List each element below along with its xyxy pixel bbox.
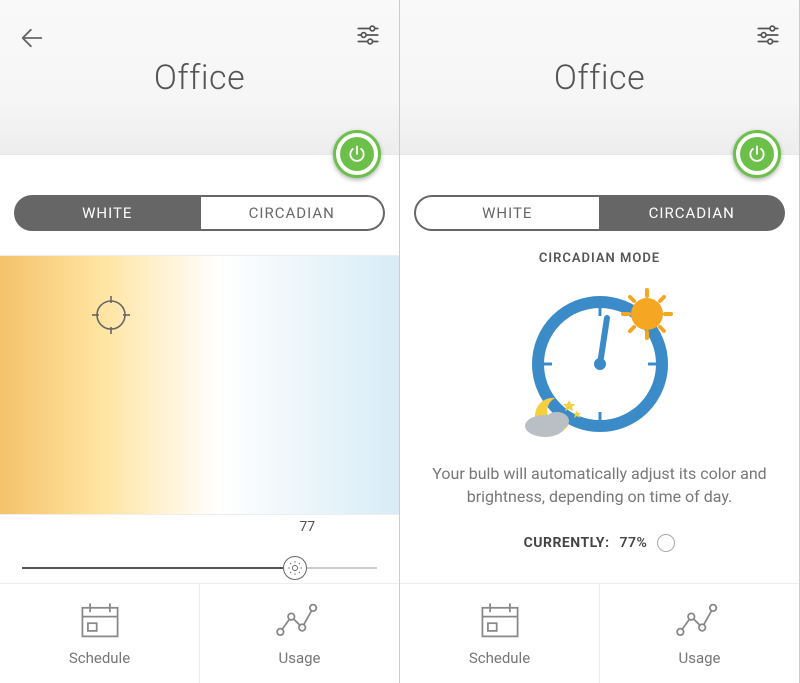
brightness-icon	[288, 561, 302, 575]
currently-color-swatch	[657, 534, 675, 552]
circadian-heading: CIRCADIAN MODE	[428, 251, 771, 266]
brightness-slider[interactable]: 77	[0, 515, 399, 569]
crosshair-icon	[90, 294, 132, 336]
header: Office	[400, 0, 799, 155]
circadian-illustration	[515, 274, 685, 444]
power-icon	[747, 144, 767, 164]
room-title: Office	[0, 0, 399, 98]
slider-fill	[22, 567, 295, 569]
slider-thumb[interactable]	[283, 556, 307, 580]
nav-schedule[interactable]: Schedule	[400, 584, 600, 683]
graph-icon	[276, 601, 324, 641]
power-button[interactable]	[733, 130, 781, 178]
power-button[interactable]	[333, 130, 381, 178]
graph-icon	[676, 601, 724, 641]
slider-track	[22, 567, 377, 569]
nav-usage[interactable]: Usage	[600, 584, 799, 683]
bottom-nav: Schedule Usage	[0, 583, 399, 683]
currently-value: 77%	[620, 535, 648, 551]
nav-usage-label: Usage	[678, 649, 720, 667]
circadian-description: Your bulb will automatically adjust its …	[428, 462, 771, 508]
nav-usage[interactable]: Usage	[200, 584, 399, 683]
color-picker-handle[interactable]	[90, 294, 132, 336]
nav-schedule-label: Schedule	[469, 649, 530, 667]
clock-sun-moon-icon	[515, 274, 685, 444]
back-button[interactable]	[18, 24, 46, 52]
nav-schedule[interactable]: Schedule	[0, 584, 200, 683]
nav-schedule-label: Schedule	[69, 649, 130, 667]
tab-circadian[interactable]: CIRCADIAN	[601, 195, 786, 231]
calendar-icon	[478, 601, 522, 641]
circadian-info: CIRCADIAN MODE	[400, 241, 799, 552]
arrow-left-icon	[18, 24, 46, 52]
panel-white-mode: Office WHITE CIRCADIAN 77	[0, 0, 400, 683]
tab-circadian[interactable]: CIRCADIAN	[201, 195, 386, 231]
power-icon	[347, 144, 367, 164]
panel-circadian-mode: Office WHITE CIRCADIAN CIRCADIAN MODE	[400, 0, 800, 683]
currently-row: CURRENTLY: 77%	[428, 534, 771, 552]
sliders-icon	[755, 22, 781, 48]
tab-white[interactable]: WHITE	[14, 195, 201, 231]
nav-usage-label: Usage	[278, 649, 320, 667]
settings-button[interactable]	[355, 22, 381, 48]
calendar-icon	[78, 601, 122, 641]
bottom-nav: Schedule Usage	[400, 583, 799, 683]
brightness-value: 77	[299, 519, 315, 535]
header: Office	[0, 0, 399, 155]
color-temperature-picker[interactable]	[0, 255, 399, 515]
room-title: Office	[400, 0, 799, 98]
settings-button[interactable]	[755, 22, 781, 48]
sliders-icon	[355, 22, 381, 48]
currently-label: CURRENTLY:	[524, 535, 610, 551]
tab-white[interactable]: WHITE	[414, 195, 601, 231]
